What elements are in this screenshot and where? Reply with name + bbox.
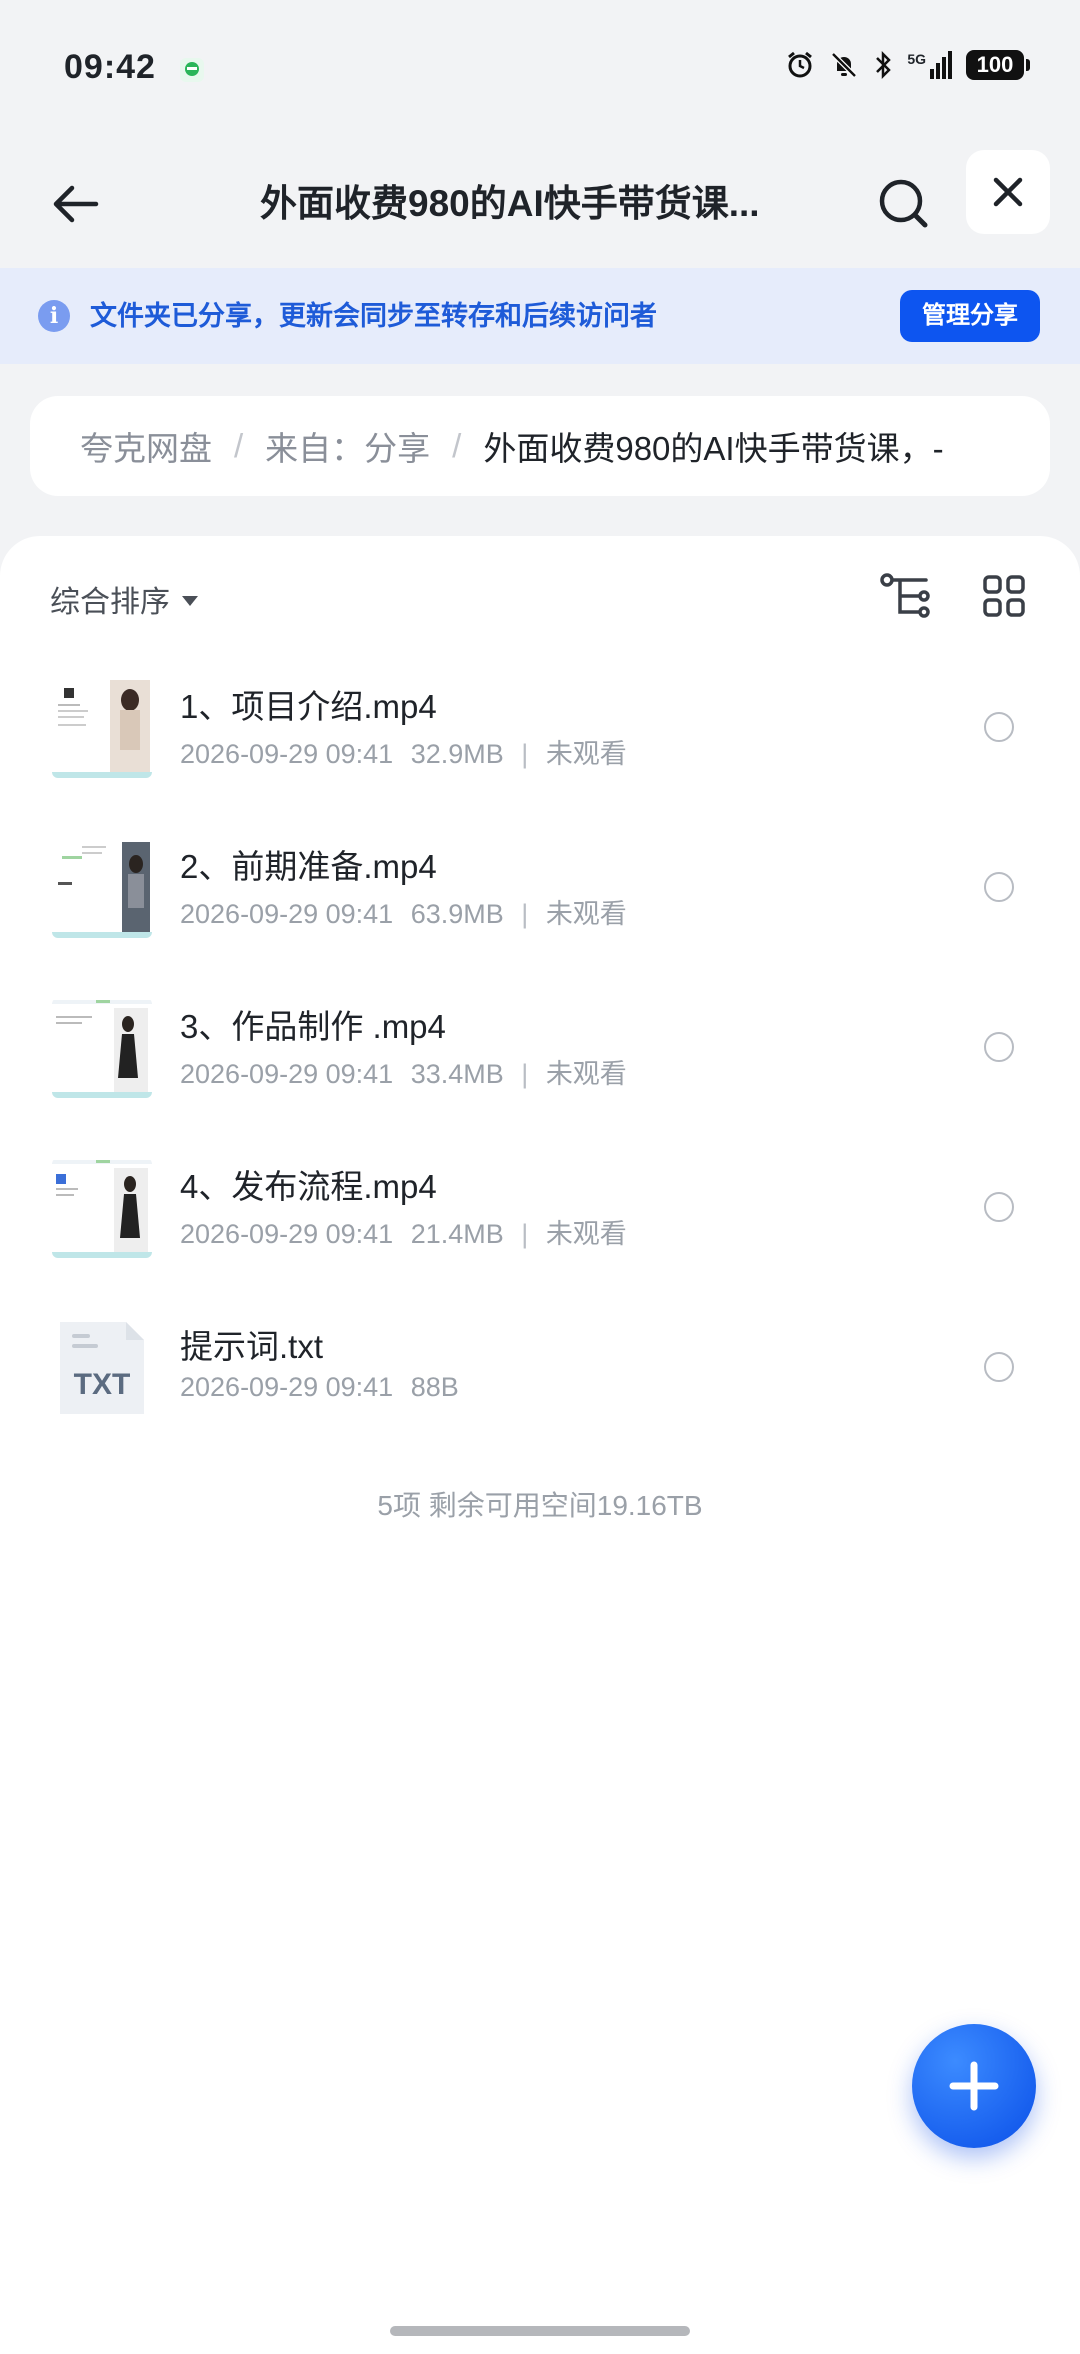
select-radio[interactable]: [984, 1192, 1014, 1222]
video-thumbnail: [52, 838, 152, 938]
file-meta: 2026-09-29 09:41 33.4MB | 未观看: [180, 1052, 627, 1091]
file-row[interactable]: TXT 提示词.txt 2026-09-29 09:41 88B: [0, 1288, 1080, 1448]
sort-label: 综合排序: [50, 586, 170, 619]
breadcrumb-item-share[interactable]: 来自：分享: [265, 422, 430, 470]
video-thumbnail: [52, 678, 152, 778]
file-name: 3、作品制作 .mp4: [180, 1008, 446, 1045]
meta-divider: |: [521, 1219, 529, 1249]
file-date: 2026-09-29 09:41: [180, 899, 394, 929]
watch-status: 未观看: [545, 1219, 627, 1249]
file-meta: 2026-09-29 09:41 21.4MB | 未观看: [180, 1212, 627, 1251]
file-size: 88B: [410, 1372, 459, 1402]
tree-view-icon: [880, 573, 930, 618]
bluetooth-icon: [876, 50, 892, 80]
back-arrow-icon: [53, 185, 99, 223]
file-date: 2026-09-29 09:41: [180, 1219, 394, 1249]
file-date: 2026-09-29 09:41: [180, 1372, 394, 1402]
manage-share-button[interactable]: 管理分享: [900, 290, 1040, 342]
breadcrumb: 夸克网盘 / 来自：分享 / 外面收费980的AI快手带货课，-: [30, 396, 1050, 496]
file-name: 提示词.txt: [180, 1328, 324, 1365]
add-button[interactable]: [912, 2024, 1036, 2148]
battery-indicator: 100: [966, 50, 1030, 80]
close-icon: [993, 177, 1023, 207]
file-meta: 2026-09-29 09:41 32.9MB | 未观看: [180, 732, 627, 771]
select-radio[interactable]: [984, 712, 1014, 742]
tree-view-button[interactable]: [876, 566, 936, 626]
watch-status: 未观看: [545, 739, 627, 769]
watch-status: 未观看: [545, 1059, 627, 1089]
watch-status: 未观看: [545, 899, 627, 929]
share-notice-text: 文件夹已分享，更新会同步至转存和后续访问者: [90, 301, 657, 331]
app-notification-icon: [180, 58, 204, 82]
breadcrumb-item-root[interactable]: 夸克网盘: [80, 422, 212, 470]
file-meta: 2026-09-29 09:41 63.9MB | 未观看: [180, 892, 627, 931]
select-radio[interactable]: [984, 1352, 1014, 1382]
file-name: 4、发布流程.mp4: [180, 1168, 437, 1205]
file-row[interactable]: 2、前期准备.mp4 2026-09-29 09:41 63.9MB | 未观看: [0, 808, 1080, 968]
file-size: 32.9MB: [410, 739, 504, 769]
txt-file-icon: TXT: [52, 1318, 152, 1418]
share-notice-banner: i 文件夹已分享，更新会同步至转存和后续访问者 管理分享: [0, 268, 1080, 364]
mute-bell-icon: [831, 52, 858, 78]
video-thumbnail: [52, 1158, 152, 1258]
meta-divider: |: [521, 739, 529, 769]
breadcrumb-item-current: 外面收费980的AI快手带货课，-: [483, 430, 944, 467]
file-row[interactable]: 1、项目介绍.mp4 2026-09-29 09:41 32.9MB | 未观看: [0, 648, 1080, 808]
meta-divider: |: [521, 899, 529, 929]
file-list: 1、项目介绍.mp4 2026-09-29 09:41 32.9MB | 未观看: [0, 648, 1080, 1448]
file-row[interactable]: 4、发布流程.mp4 2026-09-29 09:41 21.4MB | 未观看: [0, 1128, 1080, 1288]
file-size: 33.4MB: [410, 1059, 504, 1089]
txt-file-label: TXT: [73, 1368, 131, 1401]
header: 外面收费980的AI快手带货课...: [0, 140, 1080, 268]
search-button[interactable]: [868, 168, 940, 240]
meta-divider: |: [521, 1059, 529, 1089]
caret-down-icon: [182, 596, 198, 606]
close-button[interactable]: [966, 150, 1050, 234]
file-size: 63.9MB: [410, 899, 504, 929]
select-radio[interactable]: [984, 1032, 1014, 1062]
status-bar: 09:42 5G 100: [0, 0, 1080, 140]
alarm-icon: [788, 51, 813, 78]
file-name: 2、前期准备.mp4: [180, 848, 437, 885]
video-thumbnail: [52, 998, 152, 1098]
grid-view-button[interactable]: [974, 566, 1034, 626]
sort-dropdown[interactable]: 综合排序: [50, 574, 198, 624]
search-icon: [879, 179, 928, 228]
breadcrumb-separator: /: [234, 427, 244, 464]
file-size: 21.4MB: [410, 1219, 504, 1249]
home-indicator[interactable]: [390, 2326, 690, 2336]
network-type: 5G: [907, 51, 926, 67]
page-title: 外面收费980的AI快手带货课...: [260, 183, 760, 224]
select-radio[interactable]: [984, 872, 1014, 902]
file-meta: 2026-09-29 09:41 88B: [180, 1372, 459, 1403]
storage-summary: 5项 剩余可用空间19.16TB: [377, 1490, 703, 1521]
back-button[interactable]: [40, 168, 112, 240]
breadcrumb-separator: /: [452, 427, 462, 464]
status-time: 09:42: [64, 48, 156, 86]
grid-view-icon: [983, 575, 1025, 617]
file-date: 2026-09-29 09:41: [180, 1059, 394, 1089]
status-icons: 5G 100: [785, 50, 1030, 80]
cellular-signal-icon: 5G: [907, 51, 952, 79]
info-icon: i: [38, 300, 70, 332]
file-row[interactable]: 3、作品制作 .mp4 2026-09-29 09:41 33.4MB | 未观…: [0, 968, 1080, 1128]
plus-icon: [949, 2061, 999, 2111]
file-name: 1、项目介绍.mp4: [180, 688, 437, 725]
file-date: 2026-09-29 09:41: [180, 739, 394, 769]
